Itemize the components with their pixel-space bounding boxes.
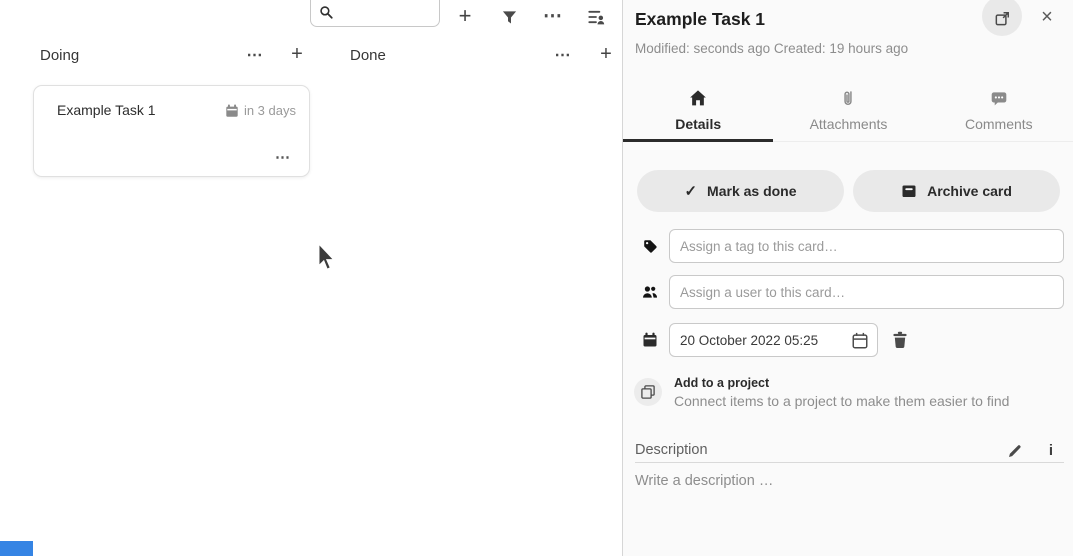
search-box[interactable] (310, 0, 440, 27)
pencil-icon (1007, 443, 1023, 459)
card-title: Example Task 1 (57, 102, 156, 118)
due-date-value: 20 October 2022 05:25 (680, 333, 818, 348)
column-doing-menu-button[interactable]: ⋯ (243, 45, 267, 67)
assign-user-input[interactable] (669, 275, 1064, 309)
panel-title: Example Task 1 (635, 9, 765, 30)
description-placeholder[interactable]: Write a description … (635, 473, 773, 489)
due-date-field[interactable]: 20 October 2022 05:25 (669, 323, 878, 357)
tab-attachments-label: Attachments (810, 116, 888, 132)
archive-icon (901, 183, 917, 199)
project-circle (634, 378, 662, 406)
search-input[interactable] (334, 2, 430, 26)
popout-button[interactable] (982, 0, 1022, 36)
tag-field-row (623, 229, 1073, 263)
column-done-add-button[interactable]: + (594, 43, 618, 65)
mark-as-done-button[interactable]: ✓ Mark as done (637, 170, 844, 212)
archive-card-label: Archive card (927, 183, 1012, 199)
close-panel-button[interactable]: × (1033, 3, 1061, 31)
column-doing-add-button[interactable]: + (285, 43, 309, 65)
panel-tabs: Details Attachments Comments (623, 84, 1073, 142)
tab-comments[interactable]: Comments (924, 84, 1073, 141)
users-icon (642, 284, 658, 300)
edit-description-button[interactable] (1003, 439, 1027, 463)
add-card-button[interactable]: + (451, 1, 479, 31)
card-due-label: in 3 days (244, 103, 296, 118)
paperclip-icon (839, 89, 857, 107)
filter-button[interactable] (495, 2, 523, 32)
assigned-filter-button[interactable] (582, 2, 610, 32)
cascade-windows-icon (640, 384, 656, 400)
tab-comments-label: Comments (965, 116, 1033, 132)
search-icon (319, 5, 334, 20)
column-title-doing: Doing (40, 47, 79, 64)
list-user-icon (587, 8, 605, 26)
check-icon: ✓ (684, 184, 697, 199)
home-icon (689, 89, 707, 107)
filter-icon (501, 9, 518, 26)
panel-modified-created: Modified: seconds ago Created: 19 hours … (635, 41, 908, 56)
card-due-date: in 3 days (225, 103, 296, 118)
description-divider (635, 462, 1064, 463)
mouse-cursor (317, 242, 336, 272)
tab-details[interactable]: Details (623, 84, 773, 141)
assign-tag-input[interactable] (669, 229, 1064, 263)
onscreen-keyboard-indicator[interactable] (0, 541, 33, 556)
tab-attachments[interactable]: Attachments (773, 84, 923, 141)
open-calendar-icon[interactable] (851, 332, 869, 350)
popout-icon (994, 10, 1011, 27)
task-card[interactable]: Example Task 1 in 3 days ⋯ (33, 85, 310, 177)
add-to-project-subtitle: Connect items to a project to make them … (674, 393, 1009, 409)
board-menu-button[interactable]: ⋯ (539, 1, 567, 31)
user-field-row (623, 275, 1073, 309)
app-window: + ⋯ Doing ⋯ + Done ⋯ + Example Task 1 (0, 0, 1073, 556)
calendar-icon (642, 332, 658, 348)
calendar-icon (225, 104, 239, 118)
add-to-project-row[interactable]: Add to a project Connect items to a proj… (623, 376, 1073, 408)
description-info-button[interactable]: i (1039, 438, 1063, 462)
tab-details-label: Details (675, 116, 721, 132)
add-to-project-title: Add to a project (674, 376, 769, 390)
tag-icon (642, 238, 658, 254)
description-label: Description (635, 442, 708, 458)
comment-icon (990, 89, 1008, 107)
delete-due-date-icon[interactable] (891, 331, 909, 349)
archive-card-button[interactable]: Archive card (853, 170, 1060, 212)
column-title-done: Done (350, 47, 386, 64)
info-icon: i (1049, 442, 1053, 459)
due-date-row: 20 October 2022 05:25 (623, 323, 1073, 357)
mark-as-done-label: Mark as done (707, 183, 796, 199)
card-menu-button[interactable]: ⋯ (271, 146, 295, 168)
card-details-panel: Example Task 1 Modified: seconds ago Cre… (622, 0, 1073, 556)
column-done-menu-button[interactable]: ⋯ (551, 45, 575, 67)
close-icon: × (1041, 6, 1053, 29)
